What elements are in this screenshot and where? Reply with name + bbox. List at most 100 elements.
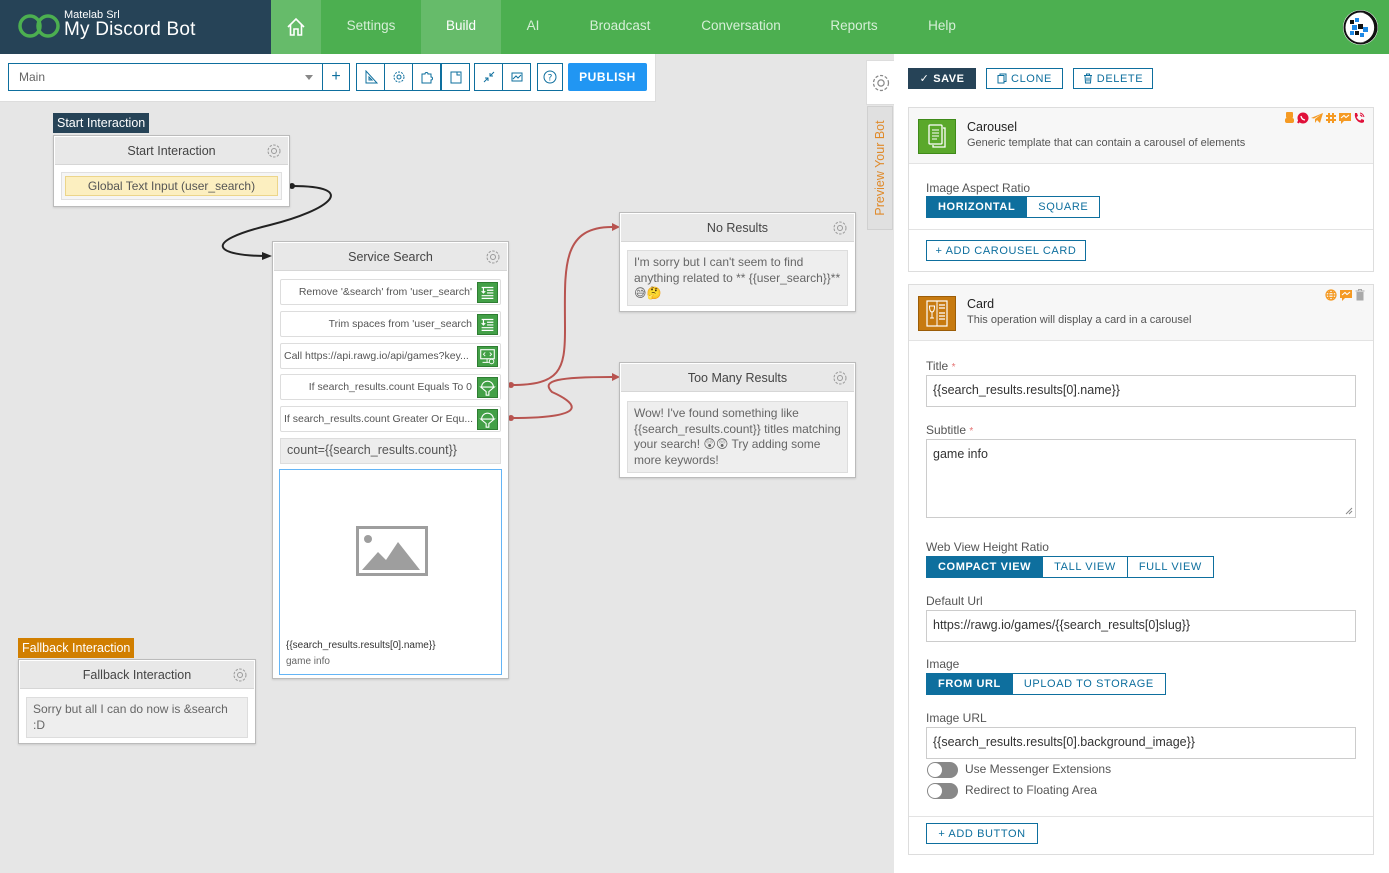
flow-select-value: Main — [19, 70, 46, 84]
start-interaction-node[interactable]: Start Interaction Global Text Input (use… — [53, 135, 290, 207]
add-button-button[interactable]: + ADD BUTTON — [926, 823, 1038, 844]
user-avatar[interactable] — [1343, 10, 1378, 45]
operation-api-call[interactable]: Call https://api.rawg.io/api/games?key..… — [280, 343, 501, 369]
card-operation-header[interactable]: Card This operation will display a card … — [909, 285, 1373, 341]
operation-label: Remove '&search' from 'user_search' — [298, 286, 472, 298]
operation-if-greater-or-equal[interactable]: If search_results.count Greater Or Equ..… — [280, 406, 501, 432]
text-edit-icon — [477, 282, 498, 303]
svg-text:?: ? — [548, 74, 553, 84]
carousel-card-preview[interactable]: {{search_results.results[0].name}} game … — [279, 469, 502, 675]
trigger-global-text-input[interactable]: Global Text Input (user_search) — [65, 176, 278, 196]
upload-to-storage-option[interactable]: UPLOAD TO STORAGE — [1011, 674, 1165, 694]
gear-icon[interactable] — [832, 370, 848, 386]
carousel-title: Carousel — [967, 120, 1018, 134]
add-carousel-card-button[interactable]: + ADD CAROUSEL CARD — [926, 240, 1086, 261]
carousel-card-header[interactable]: Carousel Generic template that can conta… — [909, 108, 1373, 164]
connector-arrowhead — [262, 252, 272, 260]
operation-label: Call https://api.rawg.io/api/games?key..… — [284, 350, 469, 362]
whatsapp-icon — [1297, 112, 1309, 124]
plugins-tool-button[interactable] — [412, 63, 441, 91]
settings-tab[interactable] — [866, 60, 895, 105]
node-header[interactable]: Service Search — [274, 243, 507, 271]
subtitle-label-text: Subtitle — [926, 423, 967, 437]
text-message-count[interactable]: count={{search_results.count}} — [280, 438, 501, 464]
condition-icon — [477, 409, 498, 430]
node-header[interactable]: Start Interaction — [55, 137, 288, 165]
node-header[interactable]: No Results — [621, 214, 854, 242]
compact-view-option[interactable]: COMPACT VIEW — [927, 557, 1043, 577]
card-preview-title: {{search_results.results[0].name}} — [286, 640, 436, 651]
settings-tool-button[interactable] — [384, 63, 413, 91]
fallback-interaction-node[interactable]: Fallback Interaction Sorry but all I can… — [18, 659, 256, 744]
too-many-results-node[interactable]: Too Many Results Wow! I've found somethi… — [619, 362, 856, 478]
image-url-input[interactable]: {{search_results.results[0].background_i… — [926, 727, 1356, 759]
service-search-node[interactable]: Service Search Remove '&search' from 'us… — [272, 241, 509, 679]
delete-button[interactable]: DELETE — [1073, 68, 1153, 89]
from-url-option[interactable]: FROM URL — [927, 674, 1012, 694]
title-field-label: Title * — [926, 359, 955, 373]
fallback-message[interactable]: Sorry but all I can do now is &search :D — [26, 697, 248, 738]
aspect-square-option[interactable]: SQUARE — [1026, 197, 1100, 217]
too-many-results-message[interactable]: Wow! I've found something like {{search_… — [627, 401, 848, 473]
web-view-height-ratio-label: Web View Height Ratio — [926, 540, 1049, 554]
gear-icon[interactable] — [485, 249, 501, 265]
chart-icon — [511, 72, 522, 82]
required-asterisk: * — [951, 362, 956, 373]
flow-select[interactable]: Main — [8, 63, 323, 91]
card-template-icon — [918, 296, 956, 331]
analytics-tool-button[interactable] — [502, 63, 531, 91]
card-preview-subtitle: game info — [286, 656, 330, 667]
full-view-option[interactable]: FULL VIEW — [1126, 557, 1213, 577]
use-messenger-extensions-toggle[interactable] — [927, 762, 958, 778]
notes-tool-button[interactable] — [441, 63, 470, 91]
gear-icon[interactable] — [266, 143, 282, 159]
save-button[interactable]: ✓ SAVE — [908, 68, 976, 89]
no-results-message[interactable]: I'm sorry but I can't seem to find anyth… — [627, 250, 848, 306]
redirect-floating-area-toggle[interactable] — [927, 783, 958, 799]
card-header-icons — [1325, 289, 1365, 301]
help-tool-button[interactable]: ? — [537, 63, 563, 91]
node-header[interactable]: Too Many Results — [621, 364, 854, 392]
card-title-input[interactable]: {{search_results.results[0].name}} — [926, 375, 1356, 407]
api-call-icon — [477, 346, 498, 367]
node-title: Service Search — [348, 250, 433, 264]
preview-your-bot-tab[interactable]: Preview Your Bot — [867, 106, 893, 230]
operation-trim-spaces[interactable]: Trim spaces from 'user_search — [280, 311, 501, 337]
phone-icon — [1354, 112, 1365, 123]
fallback-interaction-tag: Fallback Interaction — [18, 638, 135, 658]
node-header[interactable]: Fallback Interaction — [20, 661, 254, 689]
copy-icon — [997, 73, 1007, 84]
resize-handle-icon[interactable] — [1345, 507, 1353, 515]
app-root: Matelab Srl My Discord Bot Settings Buil… — [0, 0, 1389, 873]
operation-if-equals-zero[interactable]: If search_results.count Equals To 0 — [280, 374, 501, 400]
design-tool-button[interactable] — [356, 63, 385, 91]
divider — [909, 229, 1373, 230]
default-url-label: Default Url — [926, 594, 983, 608]
carousel-operation-card: Carousel Generic template that can conta… — [908, 107, 1374, 272]
gear-icon[interactable] — [232, 667, 248, 683]
operation-remove-search[interactable]: Remove '&search' from 'user_search' — [280, 279, 501, 305]
aspect-horizontal-option[interactable]: HORIZONTAL — [927, 197, 1027, 217]
compress-tool-button[interactable] — [474, 63, 503, 91]
connector-equals-to-no-results — [510, 226, 613, 386]
web-view-height-ratio-toggle: COMPACT VIEW TALL VIEW FULL VIEW — [926, 556, 1214, 578]
clone-button[interactable]: CLONE — [986, 68, 1063, 89]
gear-icon[interactable] — [832, 220, 848, 236]
add-flow-button[interactable]: + — [322, 63, 350, 91]
web-chat-icon — [1285, 112, 1294, 123]
operation-label: Trim spaces from 'user_search — [328, 318, 472, 330]
publish-button[interactable]: PUBLISH — [568, 63, 647, 91]
no-results-node[interactable]: No Results I'm sorry but I can't seem to… — [619, 212, 856, 312]
node-title: Start Interaction — [127, 144, 216, 158]
nav-help[interactable]: Help — [913, 0, 971, 54]
card-title: Card — [967, 297, 995, 311]
trash-icon[interactable] — [1355, 289, 1365, 301]
divider — [909, 816, 1373, 817]
image-source-label: Image — [926, 657, 960, 671]
default-url-input[interactable]: https://rawg.io/games/{{search_results[0… — [926, 610, 1356, 642]
preview-tab-label: Preview Your Bot — [873, 120, 887, 216]
card-subtitle-textarea[interactable]: game info — [926, 439, 1356, 518]
operation-label: If search_results.count Greater Or Equ..… — [284, 413, 474, 425]
tall-view-option[interactable]: TALL VIEW — [1042, 557, 1127, 577]
trash-icon — [1083, 73, 1092, 84]
